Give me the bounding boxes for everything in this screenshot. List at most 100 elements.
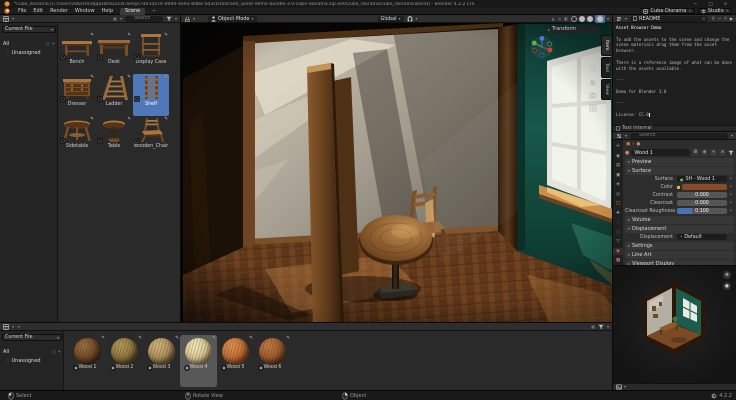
panel-volume[interactable]: ▸Volume: [625, 216, 734, 224]
image-overlay-button[interactable]: ✥: [723, 271, 731, 279]
clearcoat-roughness-slider[interactable]: 0.100: [677, 208, 727, 215]
edit-pencil-icon[interactable]: ✎: [127, 33, 131, 38]
tab-texture-icon[interactable]: ▦: [614, 257, 623, 264]
asset-tile-desk[interactable]: ▢ ✎ Desk: [96, 32, 132, 74]
tab-output-icon[interactable]: ▤: [614, 162, 623, 169]
window-maximize-button[interactable]: ▢: [704, 0, 717, 8]
asset-tile-table[interactable]: ▢ ✎ Table: [96, 116, 132, 158]
syntax-toggle-icon[interactable]: A: [724, 17, 727, 21]
image-editor[interactable]: ✥ ● ▾: [613, 266, 736, 390]
edit-pencil-icon[interactable]: ✎: [138, 336, 142, 341]
edit-pencil-icon[interactable]: ✎: [127, 75, 131, 80]
add-workspace-button[interactable]: +: [152, 9, 155, 13]
menu-help[interactable]: Help: [102, 8, 113, 14]
editor-type-caret[interactable]: ▾: [625, 17, 627, 21]
editor-type-caret[interactable]: ▾: [12, 325, 14, 329]
window-minimize-button[interactable]: ─: [689, 0, 702, 8]
ortho-grid-icon[interactable]: [589, 104, 597, 112]
viewport-editor-icon[interactable]: [184, 16, 190, 22]
tab-physics-icon[interactable]: ◌: [614, 229, 623, 236]
asset-tile-sidetable[interactable]: ▢ ✎ Sidetable: [59, 116, 95, 158]
new-material-button[interactable]: +: [710, 149, 717, 156]
filter-funnel-icon[interactable]: [166, 16, 172, 22]
edit-pencil-icon[interactable]: ✎: [164, 117, 168, 122]
menu-window[interactable]: Window: [75, 8, 95, 14]
view-layer-selector[interactable]: Studio ×: [698, 8, 732, 14]
gizmo-toggle-icon[interactable]: ◭: [552, 17, 555, 21]
user-count-button[interactable]: 8: [692, 149, 699, 156]
properties-editor-icon[interactable]: [616, 133, 622, 139]
edit-pencil-icon[interactable]: ✎: [212, 336, 216, 341]
zoom-icon[interactable]: [589, 65, 597, 73]
animate-decorator[interactable]: •: [729, 185, 732, 190]
asset-tile-dresser[interactable]: ▢ ✎ Dresser: [59, 74, 95, 116]
shading-material-button[interactable]: [587, 16, 593, 22]
edit-pencil-icon[interactable]: ✎: [101, 336, 105, 341]
animate-decorator[interactable]: •: [729, 177, 732, 182]
contrast-slider[interactable]: 0.000: [677, 192, 727, 199]
editor-type-caret[interactable]: ▾: [12, 17, 14, 21]
xray-toggle-icon[interactable]: ◧: [564, 17, 568, 21]
animate-decorator[interactable]: •: [729, 209, 732, 214]
blender-menu-icon[interactable]: [4, 8, 11, 14]
overlays-toggle-icon[interactable]: ◎: [558, 17, 562, 21]
asset-search-input[interactable]: [125, 16, 163, 22]
catalog-box-icon[interactable]: ▢: [52, 350, 56, 354]
camera-view-icon[interactable]: [589, 91, 597, 99]
catalog-unassigned[interactable]: ◌ Unassigned: [3, 357, 61, 365]
panel-viewport-display[interactable]: ▸Viewport Display: [625, 260, 734, 265]
run-script-button[interactable]: ▶: [730, 17, 733, 21]
orientation-dropdown[interactable]: Global ▾: [378, 16, 404, 22]
mode-dropdown[interactable]: Object Mode ▾: [208, 16, 257, 22]
scene-selector[interactable]: Cube Diorama ×: [640, 8, 694, 14]
shading-rendered-button-active[interactable]: [595, 15, 605, 23]
material-name-field[interactable]: Wood 1: [631, 149, 690, 156]
tab-object-data-icon[interactable]: ▽: [614, 238, 623, 245]
navigation-gizmo[interactable]: [530, 35, 554, 59]
catalog-unassigned[interactable]: ◌ Unassigned: [3, 49, 55, 57]
panel-displacement[interactable]: ▾Displacement: [625, 225, 734, 233]
tab-object-icon[interactable]: □: [614, 200, 623, 207]
tab-tool-icon[interactable]: ✛: [614, 143, 623, 150]
clearcoat-slider[interactable]: 0.000: [677, 200, 727, 207]
material-source-select[interactable]: Current File ▾: [2, 334, 62, 341]
tab-material-icon-active[interactable]: ◉: [613, 248, 623, 255]
filter-caret[interactable]: ▾: [175, 17, 177, 21]
editor-type-caret[interactable]: ▾: [625, 134, 627, 138]
tab-tool[interactable]: Tool: [601, 57, 611, 78]
catalog-all[interactable]: All ▢ +: [3, 40, 55, 48]
workspace-tab-scene[interactable]: Scene: [120, 8, 145, 15]
asset-browser-editor-icon[interactable]: [3, 16, 9, 22]
text-editor-content[interactable]: Asset Browser Demo To add the assets to …: [613, 23, 736, 125]
panel-surface[interactable]: ▾Surface: [625, 167, 734, 175]
surface-shader-dropdown[interactable]: ●SH - Wood 1: [677, 176, 727, 183]
fake-user-shield-button[interactable]: ◈: [701, 149, 708, 156]
editor-type-caret[interactable]: ▾: [193, 17, 195, 21]
asset-tile-shelf-selected[interactable]: ▢ ✎ Shelf: [133, 74, 169, 116]
material-tile-wood1[interactable]: ◉ ✎ Wood 1: [69, 335, 106, 387]
display-size-caret[interactable]: ▾: [120, 17, 122, 21]
tab-world-icon[interactable]: ◎: [614, 191, 623, 198]
material-tile-wood4-selected[interactable]: ◉ ✎ Wood 4: [180, 335, 217, 387]
asset-source-select[interactable]: Current File ▾: [2, 26, 56, 33]
edit-pencil-icon[interactable]: ✎: [164, 33, 168, 38]
shading-solid-button[interactable]: [579, 16, 585, 22]
unlink-text-icon[interactable]: ×: [702, 17, 705, 21]
panel-settings[interactable]: ▸Settings: [625, 242, 734, 250]
menu-edit[interactable]: Edit: [33, 8, 43, 14]
add-catalog-button[interactable]: +: [52, 42, 55, 46]
text-editor-icon[interactable]: [616, 16, 622, 22]
color-swatch[interactable]: [682, 184, 727, 191]
edit-pencil-icon[interactable]: ✎: [286, 336, 290, 341]
tab-view[interactable]: View: [601, 79, 611, 100]
browser-menu-icon[interactable]: ≡: [17, 325, 20, 329]
tab-particles-icon[interactable]: ∴: [614, 219, 623, 226]
tab-view-layer-icon[interactable]: ▣: [614, 172, 623, 179]
edit-pencil-icon[interactable]: ✎: [164, 75, 168, 80]
snap-magnet-icon[interactable]: [407, 16, 413, 22]
material-tile-wood5[interactable]: ◉ ✎ Wood 5: [217, 335, 254, 387]
tab-item[interactable]: Item: [601, 35, 611, 56]
shading-wireframe-button[interactable]: [571, 16, 577, 22]
menu-render[interactable]: Render: [50, 8, 68, 14]
properties-search-input[interactable]: [630, 133, 728, 139]
